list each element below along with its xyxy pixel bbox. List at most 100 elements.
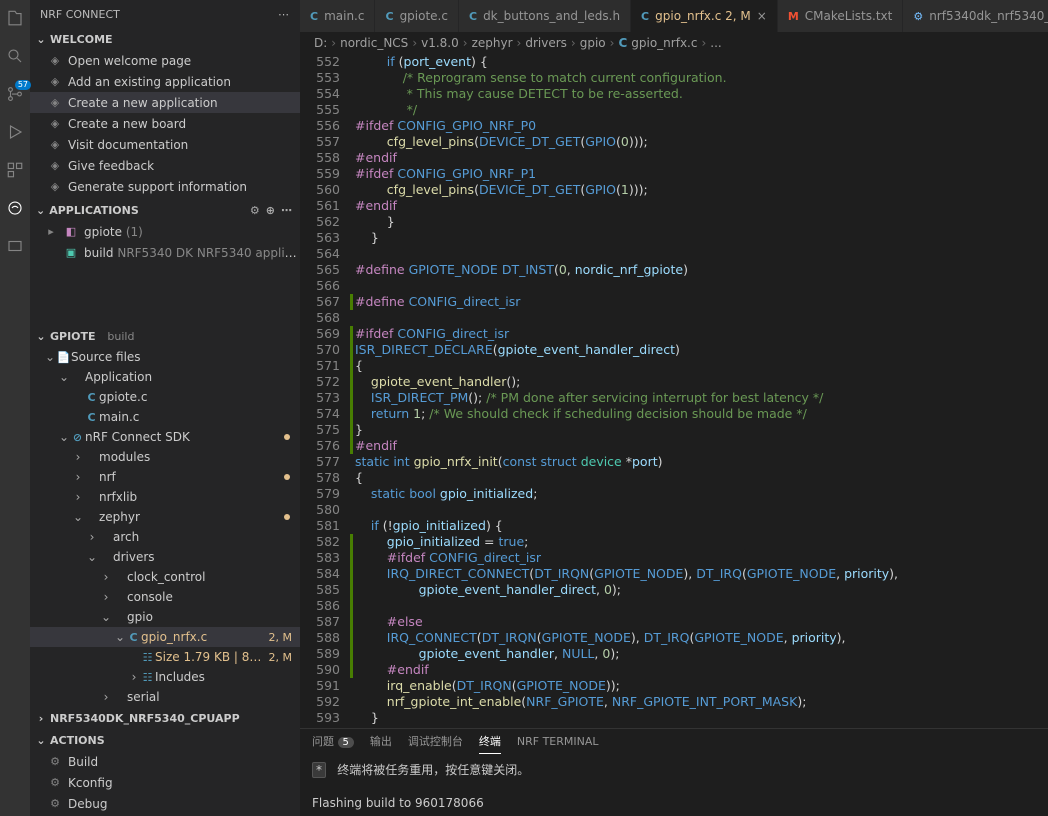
twisty-icon: ⌄	[100, 610, 112, 624]
gear-icon: ⚙	[48, 776, 62, 790]
code-area[interactable]: if (port_event) { /* Reprogram sense to …	[350, 54, 1048, 728]
activity-remote-icon[interactable]	[3, 234, 27, 258]
tree-row-gpiote-c[interactable]: Cgpiote.c	[30, 387, 300, 407]
welcome-item-2[interactable]: ◈Create a new application	[30, 92, 300, 113]
tree-row-includes[interactable]: ›☷Includes	[30, 667, 300, 687]
file-icon: ☷	[140, 651, 155, 664]
app-more-icon[interactable]: ⋯	[281, 204, 292, 217]
file-icon: C	[641, 10, 649, 23]
terminal-prefix-icon: *	[312, 762, 326, 778]
file-icon: M	[788, 10, 799, 23]
tab-gpio-nrfx-c[interactable]: Cgpio_nrfx.c 2, M×	[631, 0, 778, 32]
tree-row-nrf[interactable]: ›nrf	[30, 467, 300, 487]
app-build-all-icon[interactable]: ⚙	[250, 204, 260, 217]
modified-badge: 2, M	[269, 651, 300, 664]
app-add-icon[interactable]: ⊕	[266, 204, 275, 217]
twisty-icon: ⌄	[58, 370, 70, 384]
file-icon: C	[84, 411, 99, 424]
activity-bar: 57	[0, 0, 30, 816]
section-device[interactable]: ›NRF5340DK_NRF5340_CPUAPP	[30, 707, 300, 729]
gpiote-tree: ⌄📄Source files⌄ApplicationCgpiote.cCmain…	[30, 347, 300, 707]
section-gpiote[interactable]: ⌄ GPIOTE build	[30, 325, 300, 347]
modified-dot-icon	[284, 474, 290, 480]
activity-search-icon[interactable]	[3, 44, 27, 68]
welcome-item-6[interactable]: ◈Generate support information	[30, 176, 300, 197]
gear-icon: ⚙	[48, 755, 62, 769]
tree-row-gpio[interactable]: ⌄gpio	[30, 607, 300, 627]
welcome-item-0[interactable]: ◈Open welcome page	[30, 50, 300, 71]
action-item-build[interactable]: ⚙Build	[30, 751, 300, 772]
file-icon: C	[469, 10, 477, 23]
panel-tab-terminal[interactable]: 终端	[479, 733, 501, 754]
tab-main-c[interactable]: Cmain.c	[300, 0, 375, 32]
tab-close-icon[interactable]: ×	[757, 9, 767, 23]
editor-tabs: Cmain.cCgpiote.cCdk_buttons_and_leds.hCg…	[300, 0, 1048, 32]
docs-icon: ◈	[48, 138, 62, 152]
action-item-debug[interactable]: ⚙Debug	[30, 793, 300, 814]
section-welcome[interactable]: ⌄WELCOME	[30, 28, 300, 50]
welcome-item-1[interactable]: ◈Add an existing application	[30, 71, 300, 92]
application-build[interactable]: ▣ build NRF5340 DK NRF5340 application M…	[30, 242, 300, 263]
support-icon: ◈	[48, 180, 62, 194]
file-icon: ⚙	[913, 10, 923, 23]
build-icon: ▣	[64, 246, 78, 260]
panel-tab-output[interactable]: 输出	[370, 733, 392, 753]
tree-row-nrfxlib[interactable]: ›nrfxlib	[30, 487, 300, 507]
tree-row-zephyr[interactable]: ⌄zephyr	[30, 507, 300, 527]
new-board-icon: ◈	[48, 117, 62, 131]
tree-row-application[interactable]: ⌄Application	[30, 367, 300, 387]
tree-row-size-1-79-kb-81-bytes[interactable]: ☷Size 1.79 KB | 81 bytes2, M	[30, 647, 300, 667]
tree-row-main-c[interactable]: Cmain.c	[30, 407, 300, 427]
chip-icon: ◧	[64, 225, 78, 239]
twisty-icon: ›	[100, 590, 112, 604]
welcome-item-4[interactable]: ◈Visit documentation	[30, 134, 300, 155]
twisty-icon: ›	[72, 490, 84, 504]
panel-tab-problems[interactable]: 问题 5	[312, 733, 354, 753]
terminal-panel: 问题 5 输出 调试控制台 终端 NRF TERMINAL * 终端将被任务重用…	[300, 728, 1048, 816]
action-item-kconfig[interactable]: ⚙Kconfig	[30, 772, 300, 793]
activity-nrf-connect-icon[interactable]	[3, 196, 27, 220]
welcome-item-5[interactable]: ◈Give feedback	[30, 155, 300, 176]
tree-row-clock-control[interactable]: ›clock_control	[30, 567, 300, 587]
tab-dk-buttons-and-leds-h[interactable]: Cdk_buttons_and_leds.h	[459, 0, 631, 32]
tree-row-drivers[interactable]: ⌄drivers	[30, 547, 300, 567]
modified-dot-icon	[284, 434, 290, 440]
file-icon: 📄	[56, 351, 71, 364]
add-existing-icon: ◈	[48, 75, 62, 89]
terminal-flash-message: Flashing build to 960178066	[312, 796, 484, 810]
twisty-icon: ⌄	[114, 630, 126, 644]
sidebar-header: NRF CONNECT ⋯	[30, 0, 300, 28]
tab-cmakelists-txt[interactable]: MCMakeLists.txt	[778, 0, 904, 32]
gear-icon: ⚙	[48, 797, 62, 811]
tree-row-console[interactable]: ›console	[30, 587, 300, 607]
activity-extensions-icon[interactable]	[3, 158, 27, 182]
terminal-body[interactable]: * 终端将被任务重用，按任意键关闭。 Flashing build to 960…	[300, 757, 1048, 816]
panel-tabs: 问题 5 输出 调试控制台 终端 NRF TERMINAL	[300, 729, 1048, 757]
panel-tab-nrf-terminal[interactable]: NRF TERMINAL	[517, 735, 599, 752]
sidebar-more-icon[interactable]: ⋯	[278, 8, 290, 21]
tree-row-nrf-connect-sdk[interactable]: ⌄⊘nRF Connect SDK	[30, 427, 300, 447]
twisty-icon: ⌄	[86, 550, 98, 564]
section-actions[interactable]: ⌄ACTIONS	[30, 729, 300, 751]
welcome-list: ◈Open welcome page◈Add an existing appli…	[30, 50, 300, 199]
activity-files-icon[interactable]	[3, 6, 27, 30]
tab-nrf5340dk-nrf5340-cpua[interactable]: ⚙nrf5340dk_nrf5340_cpua	[903, 0, 1048, 32]
twisty-icon: ›	[72, 450, 84, 464]
tree-row-serial[interactable]: ›serial	[30, 687, 300, 707]
activity-run-icon[interactable]	[3, 120, 27, 144]
twisty-icon: ⌄	[72, 510, 84, 524]
application-project[interactable]: ▸ ◧ gpiote (1)	[30, 221, 300, 242]
activity-source-control-icon[interactable]: 57	[3, 82, 27, 106]
editor[interactable]: 5525535545555565575585595605615625635645…	[300, 54, 1048, 728]
panel-tab-debug-console[interactable]: 调试控制台	[408, 733, 463, 753]
breadcrumb[interactable]: D: › nordic_NCS › v1.8.0 › zephyr › driv…	[300, 32, 1048, 54]
tree-row-gpio-nrfx-c[interactable]: ⌄Cgpio_nrfx.c2, M	[30, 627, 300, 647]
folder-icon: ▸	[44, 225, 58, 239]
tree-row-source-files[interactable]: ⌄📄Source files	[30, 347, 300, 367]
tree-row-modules[interactable]: ›modules	[30, 447, 300, 467]
welcome-item-3[interactable]: ◈Create a new board	[30, 113, 300, 134]
file-icon: C	[385, 10, 393, 23]
section-applications[interactable]: ⌄APPLICATIONS ⚙ ⊕ ⋯	[30, 199, 300, 221]
tab-gpiote-c[interactable]: Cgpiote.c	[375, 0, 459, 32]
tree-row-arch[interactable]: ›arch	[30, 527, 300, 547]
